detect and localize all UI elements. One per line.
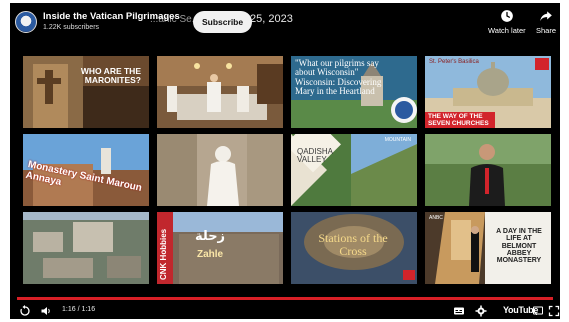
share-label: Share [536, 26, 557, 35]
subscriber-count: 1.22K subscribers [43, 24, 100, 31]
video-tile-maronites[interactable]: WHO ARE THE MARONITES? [23, 56, 149, 128]
tile-title: A DAY IN THE LIFE AT BELMONT ABBEY MONAS… [496, 228, 542, 265]
tile-arabic-title: زحلة [195, 229, 226, 244]
qadisha-thumbnail [291, 134, 417, 206]
clock-icon [500, 10, 513, 22]
video-tile-statue[interactable] [157, 134, 283, 206]
altar-thumbnail [157, 56, 283, 128]
video-player[interactable]: ...anic Se... 25, 2023 Inside the Vatica… [10, 3, 560, 319]
settings-gear-icon[interactable] [475, 305, 487, 317]
video-tile-wisconsin[interactable]: "What our pilgrims say about Wisconsin" … [291, 56, 417, 128]
cast-icon[interactable] [532, 305, 544, 317]
video-tile-host[interactable] [425, 134, 551, 206]
tile-title: "What our pilgrims say about Wisconsin" … [295, 58, 382, 97]
player-top-bar: ...anic Se... 25, 2023 Inside the Vatica… [10, 3, 560, 43]
tile-top-label: St. Peter's Basilica [429, 59, 479, 65]
tile-badge: ANBC [429, 215, 443, 221]
channel-name[interactable]: Inside the Vatican Pilgrimages [43, 11, 180, 22]
tile-badge: MOUNTAIN [384, 137, 411, 143]
player-controls: 1:16 / 1:16 YouTube [10, 303, 560, 319]
subscribe-button[interactable]: Subscribe [193, 11, 253, 33]
video-tile-qadisha[interactable]: QADISHA VALLEY MOUNTAIN [291, 134, 417, 206]
watch-later-button[interactable]: Watch later [488, 9, 526, 35]
tile-side-label: CNK Hobbies [159, 228, 168, 280]
time-display: 1:16 / 1:16 [62, 306, 96, 313]
share-arrow-icon [540, 11, 552, 22]
video-tile-stations[interactable]: Stations of the Cross [291, 212, 417, 284]
video-tile-seven-churches[interactable]: St. Peter's Basilica THE WAY OF THE SEVE… [425, 56, 551, 128]
video-tile-belmont[interactable]: ANBC A DAY IN THE LIFE AT BELMONT ABBEY … [425, 212, 551, 284]
share-button[interactable]: Share [536, 9, 556, 35]
tile-title: THE WAY OF THE SEVEN CHURCHES [428, 113, 489, 127]
video-tile-saint-maroun[interactable]: Monastery Saint Maroun Annaya [23, 134, 149, 206]
replay-button[interactable] [19, 305, 31, 317]
end-screen-grid: WHO ARE THE MARONITES? "What our pilgrim… [23, 56, 553, 284]
captions-button[interactable] [453, 305, 465, 317]
tile-title: Stations of the Cross [318, 231, 388, 258]
fullscreen-icon[interactable] [548, 305, 560, 317]
host-thumbnail [425, 134, 551, 206]
video-tile-aerial[interactable] [23, 212, 149, 284]
aerial-thumbnail [23, 212, 149, 284]
statue-thumbnail [157, 134, 283, 206]
volume-button[interactable] [40, 305, 52, 317]
tile-title: WHO ARE THE MARONITES? [80, 66, 141, 85]
progress-bar[interactable] [17, 297, 553, 300]
tile-title: Zahle [197, 249, 224, 260]
watch-later-label: Watch later [488, 26, 526, 35]
channel-avatar[interactable] [15, 11, 37, 33]
video-date-partial: 25, 2023 [250, 13, 293, 25]
video-tile-zahle[interactable]: CNK Hobbies زحلة Zahle [157, 212, 283, 284]
zahle-thumbnail [157, 212, 283, 284]
tile-title: QADISHA VALLEY [297, 147, 333, 165]
video-tile-altar[interactable] [157, 56, 283, 128]
